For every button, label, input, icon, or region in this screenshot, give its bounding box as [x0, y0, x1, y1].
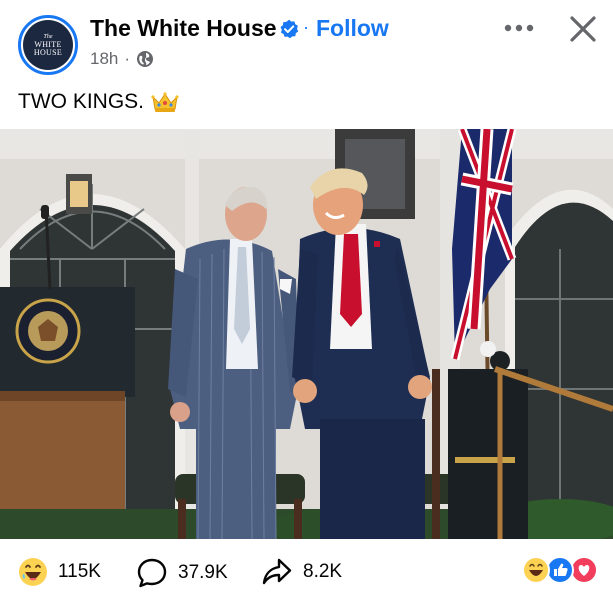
- meta-separator: ·: [124, 49, 131, 68]
- comments-count: 37.9K: [178, 562, 228, 583]
- page-name[interactable]: The White House: [90, 15, 277, 42]
- post-time[interactable]: 18h: [90, 49, 118, 69]
- like-reaction-icon: [546, 556, 574, 584]
- more-options-button[interactable]: [501, 13, 537, 43]
- header-separator: ·: [303, 17, 309, 37]
- laugh-reaction-small-icon: [522, 556, 550, 584]
- post-caption: TWO KINGS.: [18, 90, 180, 114]
- post-header: The WHITE HOUSE The White House · Follow…: [0, 0, 613, 82]
- globe-icon: [137, 51, 154, 67]
- post-meta: 18h ·: [90, 49, 154, 69]
- love-reaction-icon: [570, 556, 598, 584]
- shares-count: 8.2K: [303, 561, 343, 582]
- share-icon: [262, 558, 292, 585]
- avatar-text-line2: HOUSE: [33, 47, 63, 57]
- share-button[interactable]: 8.2K: [261, 557, 342, 587]
- laugh-reaction-icon: [19, 558, 47, 586]
- caption-text: TWO KINGS.: [18, 90, 144, 113]
- avatar-text-top: The: [43, 33, 53, 40]
- crown-emoji-icon: [151, 92, 179, 112]
- post-photo[interactable]: [0, 129, 613, 539]
- photo-illustration: [0, 129, 613, 539]
- more-dots-icon: [504, 24, 534, 32]
- reactions-button[interactable]: 115K: [18, 557, 101, 587]
- engagement-bar: 115K 37.9K 8.2K: [0, 539, 613, 600]
- comments-button[interactable]: 37.9K: [136, 557, 228, 589]
- reaction-stack[interactable]: [522, 555, 598, 585]
- avatar-logo: The WHITE HOUSE: [23, 20, 73, 70]
- close-icon[interactable]: [566, 12, 600, 46]
- comment-icon: [137, 558, 167, 588]
- reactions-count: 115K: [58, 561, 101, 582]
- verified-badge-icon: [280, 19, 299, 39]
- follow-button[interactable]: Follow: [316, 15, 389, 42]
- page-avatar[interactable]: The WHITE HOUSE: [18, 15, 78, 75]
